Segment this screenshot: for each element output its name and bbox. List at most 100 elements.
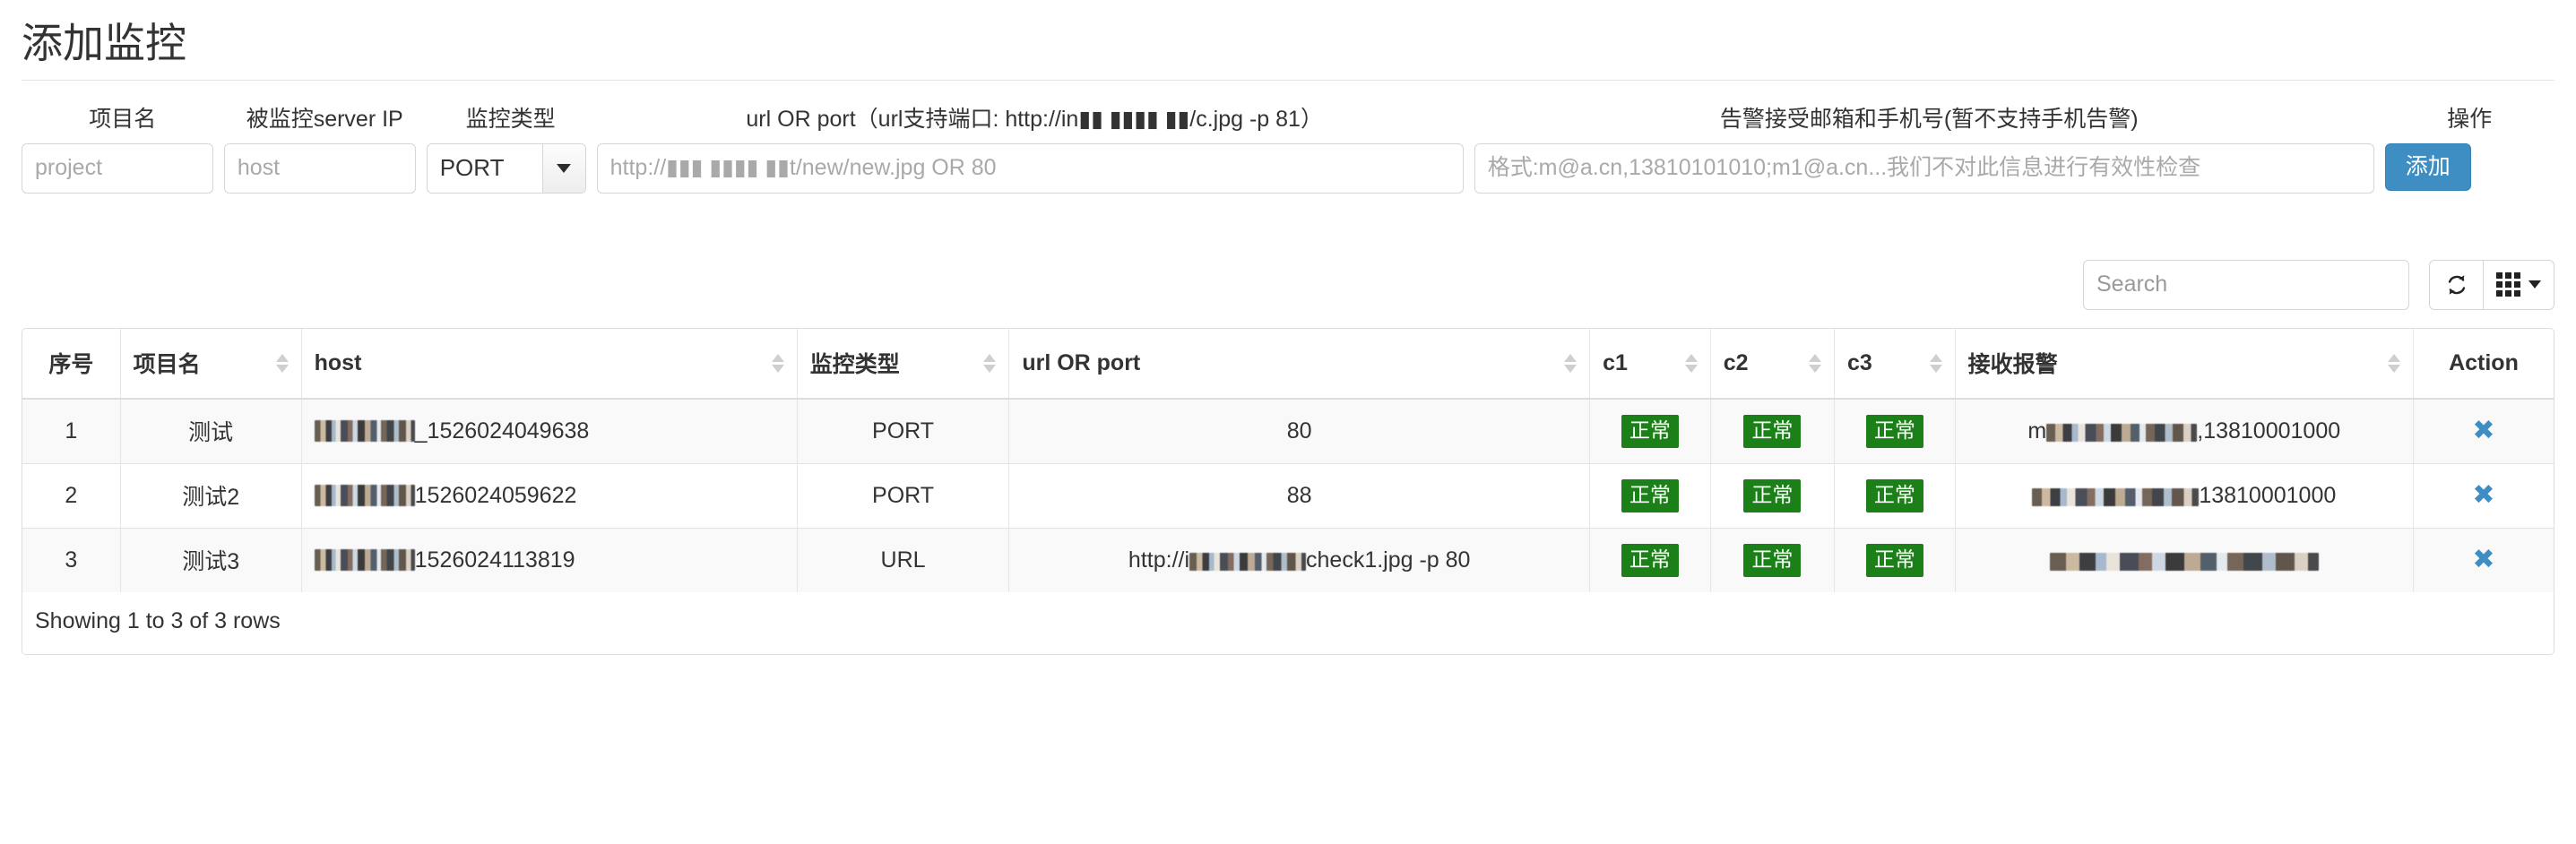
table-toolbar: [22, 259, 2554, 310]
cell-c1: 正常: [1589, 398, 1711, 464]
monitor-table: 序号 项目名 host 监控类型 url OR port c1 c2 c3 接收…: [22, 328, 2554, 592]
monitor-type-value: PORT: [439, 154, 505, 182]
cell-c1: 正常: [1589, 527, 1711, 592]
alert-contacts-input[interactable]: [1474, 142, 2374, 194]
table-header-row: 序号 项目名 host 监控类型 url OR port c1 c2 c3 接收…: [22, 328, 2554, 400]
cell-c1: 正常: [1589, 462, 1711, 529]
host-input[interactable]: [223, 142, 416, 194]
cell-c2: 正常: [1710, 398, 1836, 464]
add-button[interactable]: 添加: [2384, 142, 2471, 192]
sort-arrows-icon[interactable]: [2375, 353, 2400, 373]
label-action: 操作: [2447, 106, 2493, 132]
status-badge: 正常: [1621, 478, 1679, 512]
column-label: 接收报警: [1967, 352, 2058, 378]
sort-arrows-icon[interactable]: [759, 353, 784, 373]
sort-arrows-icon[interactable]: [1796, 353, 1821, 373]
status-badge: 正常: [1743, 478, 1802, 512]
column-label: 序号: [48, 352, 94, 378]
cell-host-suffix: 1526024059622: [414, 482, 577, 508]
cell-index: 2: [22, 462, 121, 529]
alert-suffix: 13810001000: [2199, 482, 2337, 508]
cell-host-suffix: _1526024049638: [414, 418, 590, 444]
column-label: c1: [1603, 349, 1628, 375]
cell-host: _1526024049638: [301, 398, 798, 464]
label-project: 项目名: [89, 106, 157, 132]
label-url-or-port: url OR port（url支持端口: http://in▮▮ ▮▮▮▮ ▮▮…: [746, 106, 1323, 132]
cell-url-or-port: 80: [1008, 398, 1591, 464]
column-header-index[interactable]: 序号: [22, 328, 121, 400]
sort-arrows-icon[interactable]: [971, 353, 997, 373]
cell-host: 1526024059622: [301, 462, 798, 529]
grid-columns-icon: [2496, 272, 2520, 297]
cell-monitor-type: URL: [797, 527, 1010, 592]
cell-action[interactable]: ✖: [2413, 398, 2554, 464]
cell-host: 1526024113819: [301, 527, 798, 592]
url-prefix: http://i: [1128, 547, 1190, 573]
cell-index: 3: [22, 527, 121, 592]
refresh-icon: [2448, 275, 2465, 295]
table-row[interactable]: 3 测试3 1526024113819 URL http://i check1.j…: [22, 527, 2554, 592]
column-header-project[interactable]: 项目名: [120, 328, 302, 400]
cell-alert-receivers: [1955, 527, 2414, 592]
monitor-type-select[interactable]: PORT: [426, 142, 586, 194]
column-label: c2: [1723, 349, 1749, 375]
field-url-or-port: [596, 142, 1474, 194]
url-suffix: check1.jpg -p 80: [1306, 547, 1471, 573]
cell-project: 测试: [120, 398, 302, 464]
status-badge: 正常: [1743, 414, 1802, 448]
column-header-c2[interactable]: c2: [1710, 328, 1836, 400]
cell-action[interactable]: ✖: [2413, 462, 2554, 529]
cell-project: 测试3: [120, 527, 302, 592]
sort-arrows-icon[interactable]: [1552, 353, 1578, 373]
add-monitor-form: 项目名 被监控server IP 监控类型 url OR port（url支持端…: [22, 81, 2554, 194]
delete-icon[interactable]: ✖: [2472, 546, 2494, 573]
column-label: host: [314, 349, 362, 375]
column-header-monitor-type[interactable]: 监控类型: [797, 328, 1010, 400]
status-badge: 正常: [1621, 414, 1679, 448]
field-alert-contacts: [1474, 142, 2385, 194]
search-input[interactable]: [2083, 259, 2409, 310]
column-label: url OR port: [1022, 349, 1141, 375]
column-header-url-or-port[interactable]: url OR port: [1008, 328, 1591, 400]
field-action: 添加: [2384, 142, 2554, 192]
delete-icon[interactable]: ✖: [2472, 481, 2494, 509]
table-row[interactable]: 2 测试2 1526024059622 PORT 88 正常 正常 正常 138…: [22, 462, 2554, 529]
cell-action[interactable]: ✖: [2413, 527, 2554, 592]
field-project: [22, 142, 224, 194]
status-badge: 正常: [1621, 543, 1679, 577]
project-input[interactable]: [22, 142, 213, 194]
refresh-button[interactable]: [2429, 259, 2483, 310]
cell-host-suffix: 1526024113819: [414, 547, 575, 573]
cell-c3: 正常: [1834, 398, 1956, 464]
sort-arrows-icon[interactable]: [1673, 353, 1698, 373]
column-header-c3[interactable]: c3: [1834, 328, 1956, 400]
url-or-port-input[interactable]: [596, 142, 1464, 194]
cell-c2: 正常: [1710, 527, 1836, 592]
column-label: 监控类型: [809, 352, 900, 378]
status-badge: 正常: [1865, 543, 1923, 577]
table-row[interactable]: 1 测试 _1526024049638 PORT 80 正常 正常 正常 m ,1…: [22, 398, 2554, 464]
monitor-page: 添加监控 项目名 被监控server IP 监控类型 url OR port（u…: [0, 20, 2576, 655]
alert-suffix: ,13810001000: [2197, 418, 2341, 444]
sort-arrows-icon[interactable]: [264, 353, 289, 373]
columns-toggle-button[interactable]: [2483, 259, 2554, 310]
column-header-host[interactable]: host: [301, 328, 798, 400]
sort-arrows-icon[interactable]: [1917, 353, 1942, 373]
cell-project: 测试2: [120, 462, 302, 529]
cell-monitor-type: PORT: [797, 462, 1010, 529]
alert-prefix: m: [2027, 418, 2047, 444]
column-label: c3: [1847, 349, 1872, 375]
delete-icon[interactable]: ✖: [2472, 417, 2494, 444]
cell-index: 1: [22, 398, 121, 464]
column-header-alert-receivers[interactable]: 接收报警: [1955, 328, 2414, 400]
chevron-down-icon: [557, 163, 572, 173]
label-host: 被监控server IP: [246, 106, 403, 132]
field-monitor-type: PORT: [426, 142, 597, 194]
chevron-down-icon: [2528, 280, 2541, 289]
table-body: 1 测试 _1526024049638 PORT 80 正常 正常 正常 m ,1…: [22, 398, 2554, 592]
toolbar-button-group: [2429, 259, 2554, 310]
table-footer-status: Showing 1 to 3 of 3 rows: [22, 591, 2554, 654]
select-dropdown-button[interactable]: [541, 143, 585, 193]
column-header-c1[interactable]: c1: [1589, 328, 1711, 400]
label-alert-contacts: 告警接受邮箱和手机号(暂不支持手机告警): [1719, 106, 2139, 132]
